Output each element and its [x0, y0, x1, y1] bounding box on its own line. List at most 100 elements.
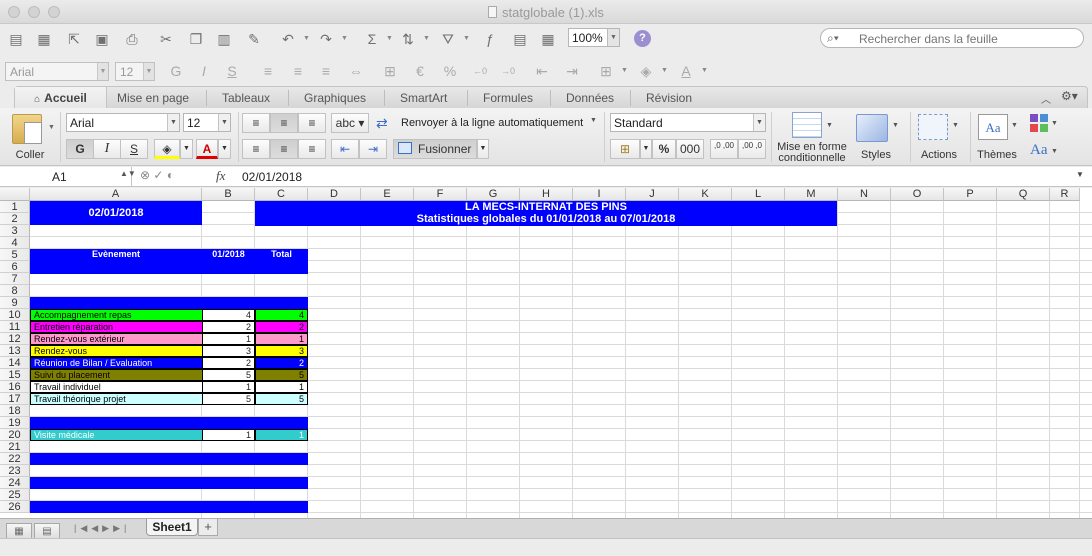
confirm-formula-icon[interactable]: ✓ — [153, 168, 163, 182]
number-format-select[interactable]: Standard ▼ — [610, 113, 766, 132]
ribbon-align-left-icon[interactable]: ≡ — [242, 139, 270, 159]
event-name-cell[interactable]: Accompagnement repas — [30, 309, 202, 321]
blue-separator-row[interactable] — [30, 501, 308, 513]
function-icon[interactable]: ƒ — [480, 30, 500, 48]
row-header[interactable]: 9 — [0, 297, 30, 309]
event-total-cell[interactable]: 1 — [255, 333, 308, 345]
copy-icon[interactable]: ❐ — [186, 30, 206, 48]
ribbon-font-color-icon[interactable]: A — [196, 139, 218, 159]
ribbon-decrease-indent-icon[interactable]: ⇤ — [331, 139, 359, 159]
align-middle-icon[interactable]: ≡ — [270, 113, 298, 133]
merge-icon[interactable]: ⇔ — [346, 62, 366, 80]
new-document-icon[interactable]: ▤ — [6, 30, 26, 48]
autosum-dropdown-icon[interactable]: ▼ — [386, 35, 393, 42]
align-right-icon[interactable]: ≡ — [316, 62, 336, 80]
event-total-cell[interactable]: 1 — [255, 381, 308, 393]
blue-separator-row[interactable] — [30, 453, 308, 465]
align-bottom-icon[interactable]: ≡ — [298, 113, 326, 133]
font-dropdown-icon[interactable]: ▼ — [97, 63, 108, 80]
format-painter-icon[interactable]: ✎ — [244, 30, 264, 48]
event-total-cell[interactable]: 5 — [255, 369, 308, 381]
borders-icon[interactable]: ⊞ — [596, 62, 616, 80]
ribbon-bold-button[interactable]: G — [66, 139, 94, 159]
row-header[interactable]: 1 — [0, 201, 30, 213]
undo-dropdown-icon[interactable]: ▼ — [303, 35, 310, 42]
column-header[interactable]: F — [414, 188, 467, 201]
paste-icon[interactable]: ▥ — [214, 30, 234, 48]
blue-separator-row[interactable] — [30, 297, 308, 309]
themes-icon[interactable]: Aa — [978, 114, 1008, 140]
row-header[interactable]: 15 — [0, 369, 30, 381]
header-date-cell[interactable]: 01/2018 — [202, 249, 255, 261]
ribbon-font-color-dropdown-icon[interactable]: ▼ — [218, 139, 231, 159]
row-header[interactable]: 4 — [0, 237, 30, 249]
title-cell-2[interactable]: Statistiques globales du 01/01/2018 au 0… — [255, 213, 837, 226]
sheet-tab-sheet1[interactable]: Sheet1 — [146, 519, 198, 536]
row-header[interactable]: 14 — [0, 357, 30, 369]
accounting-format-icon[interactable]: ⊞ — [610, 139, 640, 159]
row-header[interactable]: 13 — [0, 345, 30, 357]
autosum-icon[interactable]: Σ — [362, 30, 382, 48]
search-input[interactable] — [859, 32, 1079, 46]
column-header[interactable]: J — [626, 188, 679, 201]
tab-accueil[interactable]: ⌂ Accueil — [15, 87, 107, 109]
percent-icon[interactable]: % — [440, 62, 460, 80]
blue-separator-row[interactable] — [30, 477, 308, 489]
ribbon-font-name[interactable]: Arial ▼ — [66, 113, 180, 132]
row-header[interactable]: 8 — [0, 285, 30, 297]
tab-graphiques[interactable]: Graphiques — [304, 91, 366, 105]
ribbon-align-center-icon[interactable]: ≡ — [270, 139, 298, 159]
align-top-icon[interactable]: ≡ — [242, 113, 270, 133]
row-header[interactable]: 17 — [0, 393, 30, 405]
event-name-cell[interactable]: Travail individuel — [30, 381, 202, 393]
increase-decimal-button[interactable]: ,0 ,00 — [710, 139, 738, 159]
event-name-cell[interactable]: Rendez-vous — [30, 345, 202, 357]
event-name-cell[interactable]: Rendez-vous extérieur — [30, 333, 202, 345]
theme-fonts-dropdown-icon[interactable]: ▼ — [1051, 148, 1058, 155]
row-header[interactable]: 7 — [0, 273, 30, 285]
styles-icon[interactable] — [856, 114, 888, 142]
header-event-cell[interactable]: Evènement — [30, 249, 202, 261]
column-header[interactable]: H — [520, 188, 573, 201]
euro-icon[interactable]: € — [410, 62, 430, 80]
visite-value-cell[interactable]: 1 — [202, 429, 255, 441]
row-header[interactable]: 19 — [0, 417, 30, 429]
tab-smartart[interactable]: SmartArt — [400, 91, 447, 105]
theme-colors-icon[interactable] — [1030, 114, 1038, 122]
column-header[interactable]: A — [30, 188, 202, 201]
print-icon[interactable]: ⎙ — [122, 30, 142, 48]
bold-icon[interactable]: G — [166, 62, 186, 80]
align-left-icon[interactable]: ≡ — [258, 62, 278, 80]
actions-icon[interactable] — [918, 114, 948, 140]
formula-expand-icon[interactable]: ▼ — [1076, 170, 1084, 179]
column-header[interactable]: E — [361, 188, 414, 201]
row-header[interactable]: 23 — [0, 465, 30, 477]
conditional-format-label[interactable]: Mise en forme conditionnelle — [772, 142, 852, 164]
toolbar-font-name[interactable]: Arial ▼ — [5, 62, 109, 81]
number-format-dropdown-icon[interactable]: ▼ — [753, 114, 765, 131]
event-name-cell[interactable]: Réunion de Bilan / Evaluation — [30, 357, 202, 369]
column-header[interactable]: O — [891, 188, 944, 201]
row-header[interactable]: 2 — [0, 213, 30, 225]
event-total-cell[interactable]: 2 — [255, 357, 308, 369]
column-header[interactable]: D — [308, 188, 361, 201]
ribbon-increase-indent-icon[interactable]: ⇥ — [359, 139, 387, 159]
header-total-cell[interactable]: Total — [255, 249, 308, 261]
event-value-cell[interactable]: 4 — [202, 309, 255, 321]
align-center-icon[interactable]: ≡ — [288, 62, 308, 80]
conditional-format-dropdown-icon[interactable]: ▼ — [826, 122, 833, 129]
accounting-dropdown-icon[interactable]: ▼ — [640, 139, 652, 159]
ribbon-align-right-icon[interactable]: ≡ — [298, 139, 326, 159]
gallery-icon[interactable]: ▤ — [510, 30, 530, 48]
event-value-cell[interactable]: 5 — [202, 369, 255, 381]
row-header[interactable]: 12 — [0, 333, 30, 345]
tab-mise-en-page[interactable]: Mise en page — [117, 91, 189, 105]
decrease-indent-icon[interactable]: ⇤ — [532, 62, 552, 80]
toolbar-font-size[interactable]: 12 ▼ — [115, 62, 155, 81]
font-color-icon[interactable]: A — [676, 62, 696, 80]
fill-dropdown-icon[interactable]: ▼ — [661, 67, 668, 74]
ribbon-fill-dropdown-icon[interactable]: ▼ — [180, 139, 193, 159]
tab-tableaux[interactable]: Tableaux — [222, 91, 270, 105]
column-header[interactable]: B — [202, 188, 255, 201]
event-name-cell[interactable]: Travail théorique projet — [30, 393, 202, 405]
